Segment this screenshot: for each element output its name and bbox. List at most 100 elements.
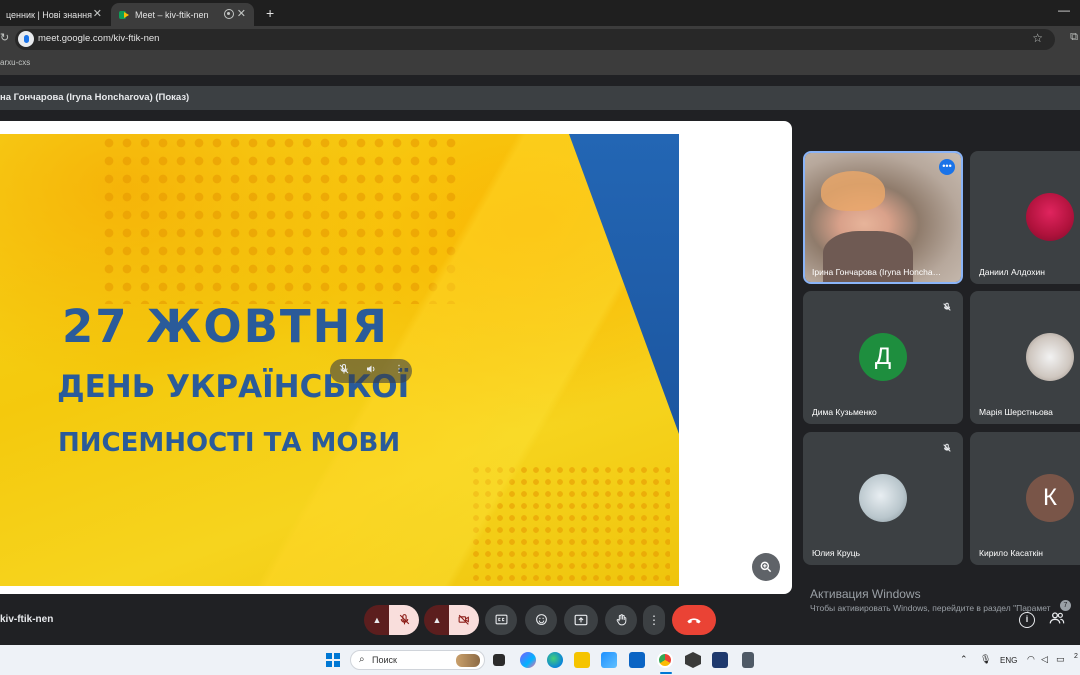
captions-icon xyxy=(495,614,508,628)
participant-tile-1[interactable]: ••• Ірина Гончарова (Iryna Honcha… xyxy=(803,151,963,284)
tab-title: Meet – kiv-ftik-nen xyxy=(135,9,209,20)
mic-off-icon xyxy=(398,614,411,629)
app-icon[interactable] xyxy=(712,652,728,668)
tab-title: ценник | Нові знання xyxy=(6,9,93,20)
emoji-icon xyxy=(535,614,548,629)
mic-icon[interactable]: 🎙 xyxy=(980,654,991,665)
more-vert-icon[interactable]: ⋮ xyxy=(392,363,406,377)
info-icon[interactable]: i xyxy=(1019,612,1035,628)
audio-options-button[interactable]: ▲ xyxy=(364,605,390,635)
search-highlight-image xyxy=(456,654,480,667)
meeting-code: kiv-ftik-nen xyxy=(0,614,54,625)
search-placeholder: Поиск xyxy=(372,655,397,665)
mic-off-icon xyxy=(939,440,955,456)
copilot-icon[interactable] xyxy=(520,652,536,668)
people-icon[interactable] xyxy=(1049,611,1065,628)
edge-icon[interactable] xyxy=(547,652,563,668)
participant-avatar: К xyxy=(1026,474,1074,522)
participant-name: Дима Кузьменко xyxy=(812,407,877,417)
browser-toolbar: ↻ meet.google.com/kiv-ftik-nen ☆ xyxy=(0,26,1080,53)
file-explorer-icon[interactable] xyxy=(574,652,590,668)
windows-taskbar: ⌕ Поиск ⌃ 🎙 ENG ◠ ◁ ▭ 2 xyxy=(0,645,1080,675)
bookmark-star-icon[interactable]: ☆ xyxy=(1032,31,1043,45)
chevron-up-icon[interactable]: ⌃ xyxy=(960,654,968,665)
calculator-icon[interactable] xyxy=(742,652,754,668)
clock[interactable]: 2 xyxy=(1074,653,1078,660)
participant-name: Ірина Гончарова (Iryna Honcha… xyxy=(812,267,942,277)
presenter-bar: на Гончарова (Iryna Honcharova) (Показ) xyxy=(0,86,1080,110)
browser-tab-1[interactable]: ценник | Нові знання ✕ xyxy=(0,3,110,26)
tile-hover-controls: ⋮ xyxy=(330,359,412,383)
participant-tile-6[interactable]: К Кирило Касаткін xyxy=(970,432,1080,565)
more-options-icon[interactable]: ••• xyxy=(939,159,955,175)
presenter-label: на Гончарова (Iryna Honcharova) (Показ) xyxy=(0,92,190,103)
emoji-button[interactable] xyxy=(525,605,557,635)
participant-avatar xyxy=(1026,193,1074,241)
participant-video xyxy=(805,153,961,282)
windows-start-icon[interactable] xyxy=(326,653,340,667)
notification-badge: 7 xyxy=(1060,600,1071,611)
taskbar-search[interactable]: ⌕ Поиск xyxy=(350,650,485,670)
url-text[interactable]: meet.google.com/kiv-ftik-nen xyxy=(38,33,159,44)
photos-icon[interactable] xyxy=(601,652,617,668)
app-icon[interactable] xyxy=(685,652,701,668)
camera-off-icon xyxy=(457,614,471,629)
new-tab-icon[interactable]: + xyxy=(266,5,274,21)
shared-slide: 27 ЖОВТНЯ ДЕНЬ УКРАЇНСЬКОЇ ПИСЕМНОСТІ ТА… xyxy=(0,134,679,586)
bookmarks-bar: arxu-cxs xyxy=(0,53,1080,75)
leave-call-button[interactable] xyxy=(672,605,716,635)
slide-title: 27 ЖОВТНЯ xyxy=(62,300,389,353)
address-bar[interactable]: meet.google.com/kiv-ftik-nen ☆ xyxy=(15,29,1055,50)
recording-icon xyxy=(224,9,234,19)
camera-toggle-button[interactable] xyxy=(449,605,479,635)
participant-tile-5[interactable]: Юлия Круць xyxy=(803,432,963,565)
participant-name: Даниил Алдохин xyxy=(979,267,1045,277)
presentation-stage: 27 ЖОВТНЯ ДЕНЬ УКРАЇНСЬКОЇ ПИСЕМНОСТІ ТА… xyxy=(0,121,792,594)
volume-icon[interactable] xyxy=(364,363,378,377)
active-app-indicator xyxy=(660,672,672,674)
mic-toggle-button[interactable] xyxy=(389,605,419,635)
bookmark-item[interactable]: arxu-cxs xyxy=(0,58,30,67)
task-view-icon[interactable] xyxy=(493,654,505,666)
raise-hand-icon xyxy=(615,614,628,630)
windows-activation-subtitle: Чтобы активировать Windows, перейдите в … xyxy=(810,603,1051,613)
video-options-button[interactable]: ▲ xyxy=(424,605,450,635)
volume-icon[interactable]: ◁ xyxy=(1041,654,1048,665)
participant-name: Юлия Круць xyxy=(812,548,861,558)
participant-avatar: Д xyxy=(859,333,907,381)
present-screen-button[interactable] xyxy=(564,605,598,635)
leave-call-icon xyxy=(686,614,702,628)
site-info-icon[interactable] xyxy=(18,31,34,47)
language-indicator[interactable]: ENG xyxy=(1000,656,1017,665)
more-vert-icon: ⋮ xyxy=(648,613,660,627)
chrome-icon[interactable] xyxy=(657,652,673,668)
more-options-button[interactable]: ⋮ xyxy=(643,605,665,635)
minimize-icon[interactable]: — xyxy=(1058,3,1070,17)
participant-name: Кирило Касаткін xyxy=(979,548,1043,558)
slide-subtitle-line-2: ПИСЕМНОСТІ ТА МОВИ xyxy=(58,428,401,458)
raise-hand-button[interactable] xyxy=(605,605,637,635)
captions-button[interactable] xyxy=(485,605,517,635)
browser-tab-2[interactable]: Meet – kiv-ftik-nen ✕ xyxy=(111,3,254,26)
mic-off-icon xyxy=(939,299,955,315)
reload-icon[interactable]: ↻ xyxy=(0,31,9,44)
mic-off-icon[interactable] xyxy=(337,363,351,377)
extensions-icon[interactable]: ⧉ xyxy=(1070,31,1078,44)
present-icon xyxy=(574,614,588,629)
participant-tile-2[interactable]: Даниил Алдохин xyxy=(970,151,1080,284)
outlook-icon[interactable] xyxy=(629,652,645,668)
close-tab-icon[interactable]: ✕ xyxy=(93,7,102,20)
zoom-icon[interactable] xyxy=(752,553,780,581)
battery-icon[interactable]: ▭ xyxy=(1056,654,1065,665)
browser-tab-strip: ценник | Нові знання ✕ Meet – kiv-ftik-n… xyxy=(0,0,1080,26)
participant-tile-3[interactable]: Д Дима Кузьменко xyxy=(803,291,963,424)
participant-tile-4[interactable]: Марія Шерстньова xyxy=(970,291,1080,424)
search-icon: ⌕ xyxy=(359,654,365,665)
meet-favicon-icon xyxy=(119,10,129,20)
windows-activation-title: Активация Windows xyxy=(810,587,921,601)
participant-avatar xyxy=(1026,333,1074,381)
wifi-icon[interactable]: ◠ xyxy=(1027,654,1035,665)
close-tab-icon[interactable]: ✕ xyxy=(237,7,246,20)
participant-avatar xyxy=(859,474,907,522)
participant-name: Марія Шерстньова xyxy=(979,407,1053,417)
